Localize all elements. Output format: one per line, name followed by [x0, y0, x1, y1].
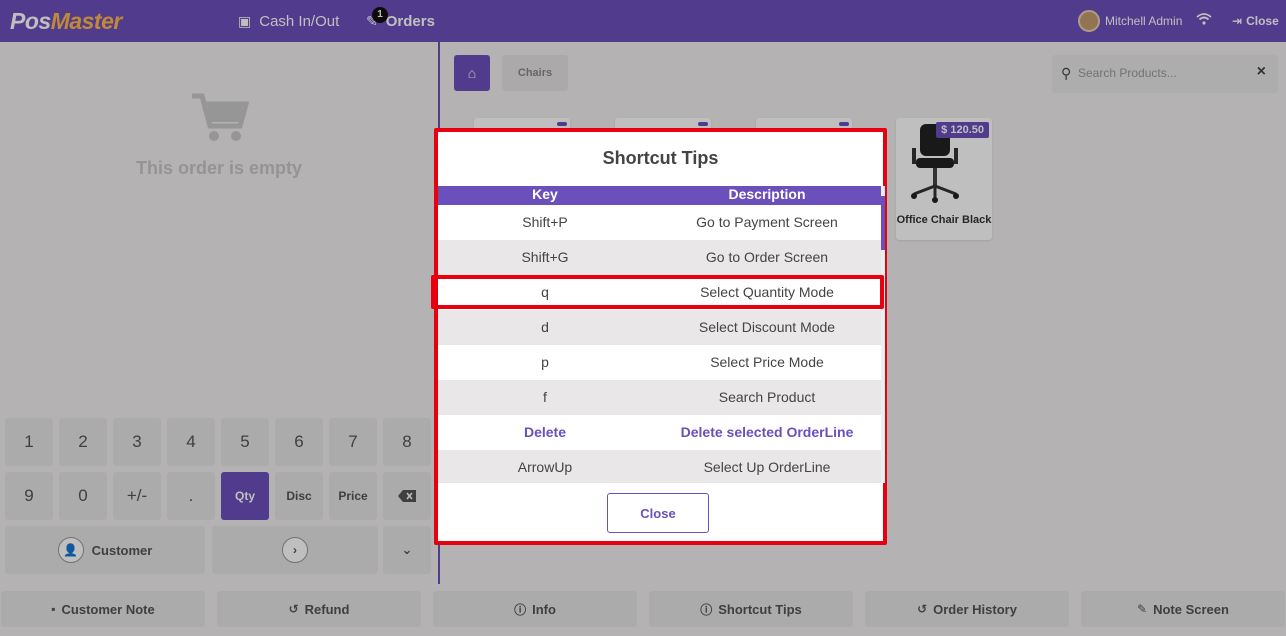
table-scrollbar[interactable]: [881, 186, 885, 483]
row-key: Shift+G: [521, 249, 569, 265]
row-description: Go to Payment Screen: [696, 214, 838, 230]
row-description: Select Price Mode: [710, 354, 824, 370]
row-key: ArrowUp: [517, 459, 573, 475]
table-row: f Search Product: [438, 380, 881, 415]
table-row: Shift+P Go to Payment Screen: [438, 205, 881, 240]
table-row: Delete Delete selected OrderLine: [438, 415, 881, 450]
row-key: p: [541, 354, 549, 370]
table-header: Key Description: [438, 186, 881, 205]
row-description: Search Product: [718, 389, 816, 405]
table-row: Shift+G Go to Order Screen: [438, 240, 881, 275]
highlighted-row-outline: [431, 275, 884, 309]
row-description: Delete selected OrderLine: [680, 424, 854, 440]
row-key: Shift+P: [522, 214, 568, 230]
modal-title: Shortcut Tips: [602, 148, 719, 168]
row-key: f: [543, 389, 547, 405]
row-key: Delete: [523, 424, 567, 440]
table-row: ArrowUp Select Up OrderLine: [438, 450, 881, 483]
shortcut-tips-modal: Shortcut Tips Key Description Shift+P Go…: [434, 128, 887, 545]
shortcut-table: Key Description Shift+P Go to Payment Sc…: [438, 186, 881, 483]
modal-close-button[interactable]: Close: [607, 493, 709, 533]
header-description: Description: [728, 186, 806, 202]
header-key: Key: [532, 186, 558, 202]
row-key: d: [541, 319, 549, 335]
table-row: p Select Price Mode: [438, 345, 881, 380]
table-row: d Select Discount Mode: [438, 310, 881, 345]
row-description: Go to Order Screen: [705, 249, 829, 265]
row-description: Select Up OrderLine: [703, 459, 831, 475]
scrollbar-thumb[interactable]: [881, 196, 885, 250]
row-description: Select Discount Mode: [698, 319, 836, 335]
